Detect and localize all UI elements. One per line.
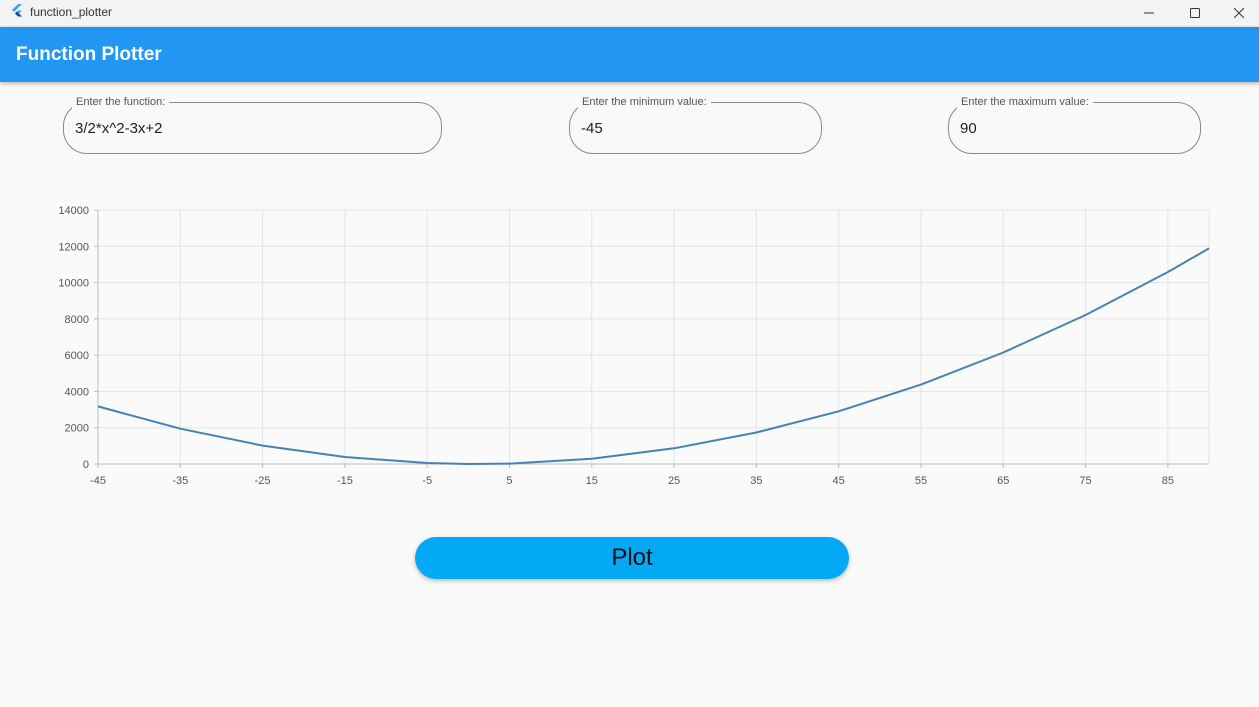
y-tick-label: 4000 xyxy=(65,386,89,398)
max-value-field[interactable]: Enter the maximum value: 90 xyxy=(948,96,1201,154)
y-tick-label: 8000 xyxy=(65,314,89,326)
window-titlebar: function_plotter xyxy=(0,0,1259,27)
y-tick-label: 2000 xyxy=(65,423,89,435)
y-tick-label: 0 xyxy=(83,459,89,471)
x-tick-label: -15 xyxy=(337,475,353,487)
minimize-icon xyxy=(1144,12,1154,14)
maximize-icon xyxy=(1190,8,1200,18)
plot-button[interactable]: Plot xyxy=(415,537,849,579)
close-button[interactable] xyxy=(1216,0,1259,26)
y-tick-label: 14000 xyxy=(58,205,89,217)
minimize-button[interactable] xyxy=(1126,0,1172,26)
x-tick-label: 25 xyxy=(668,475,680,487)
max-value-input[interactable]: 90 xyxy=(960,120,977,137)
x-tick-label: 15 xyxy=(586,475,598,487)
x-tick-label: 65 xyxy=(997,475,1009,487)
x-tick-label: -5 xyxy=(422,475,432,487)
x-tick-label: -35 xyxy=(172,475,188,487)
min-value-field[interactable]: Enter the minimum value: -45 xyxy=(569,96,822,154)
y-tick-label: 6000 xyxy=(65,350,89,362)
x-tick-label: -45 xyxy=(90,475,106,487)
chart-svg: 0 2000 4000 6000 8000 10000 12000 14000 -45 -35 -2… xyxy=(58,205,1210,487)
min-value-field-label: Enter the minimum value: xyxy=(578,96,711,109)
min-value-input[interactable]: -45 xyxy=(581,120,603,137)
x-tick-label: 5 xyxy=(506,475,512,487)
max-value-field-label: Enter the maximum value: xyxy=(957,96,1093,109)
window-title: function_plotter xyxy=(30,5,113,19)
app-bar: Function Plotter xyxy=(0,27,1259,82)
x-tick-label: 35 xyxy=(750,475,762,487)
function-chart: 0 2000 4000 6000 8000 10000 12000 14000 -45 -35 -2… xyxy=(44,196,1218,498)
plot-button-label: Plot xyxy=(611,544,653,571)
y-tick-label: 12000 xyxy=(58,241,89,253)
function-field-label: Enter the function: xyxy=(72,96,170,109)
flutter-logo-icon xyxy=(9,3,25,19)
x-tick-label: 45 xyxy=(833,475,845,487)
x-tick-label: 55 xyxy=(915,475,927,487)
function-input[interactable]: 3/2*x^2-3x+2 xyxy=(75,120,163,137)
x-tick-label: 85 xyxy=(1162,475,1174,487)
y-tick-label: 10000 xyxy=(58,278,89,290)
function-field[interactable]: Enter the function: 3/2*x^2-3x+2 xyxy=(63,96,442,154)
page-title: Function Plotter xyxy=(16,44,162,65)
x-tick-label: 75 xyxy=(1079,475,1091,487)
close-icon xyxy=(1234,8,1244,18)
function-curve xyxy=(97,247,1210,465)
x-tick-label: -25 xyxy=(255,475,271,487)
maximize-button[interactable] xyxy=(1172,0,1218,26)
